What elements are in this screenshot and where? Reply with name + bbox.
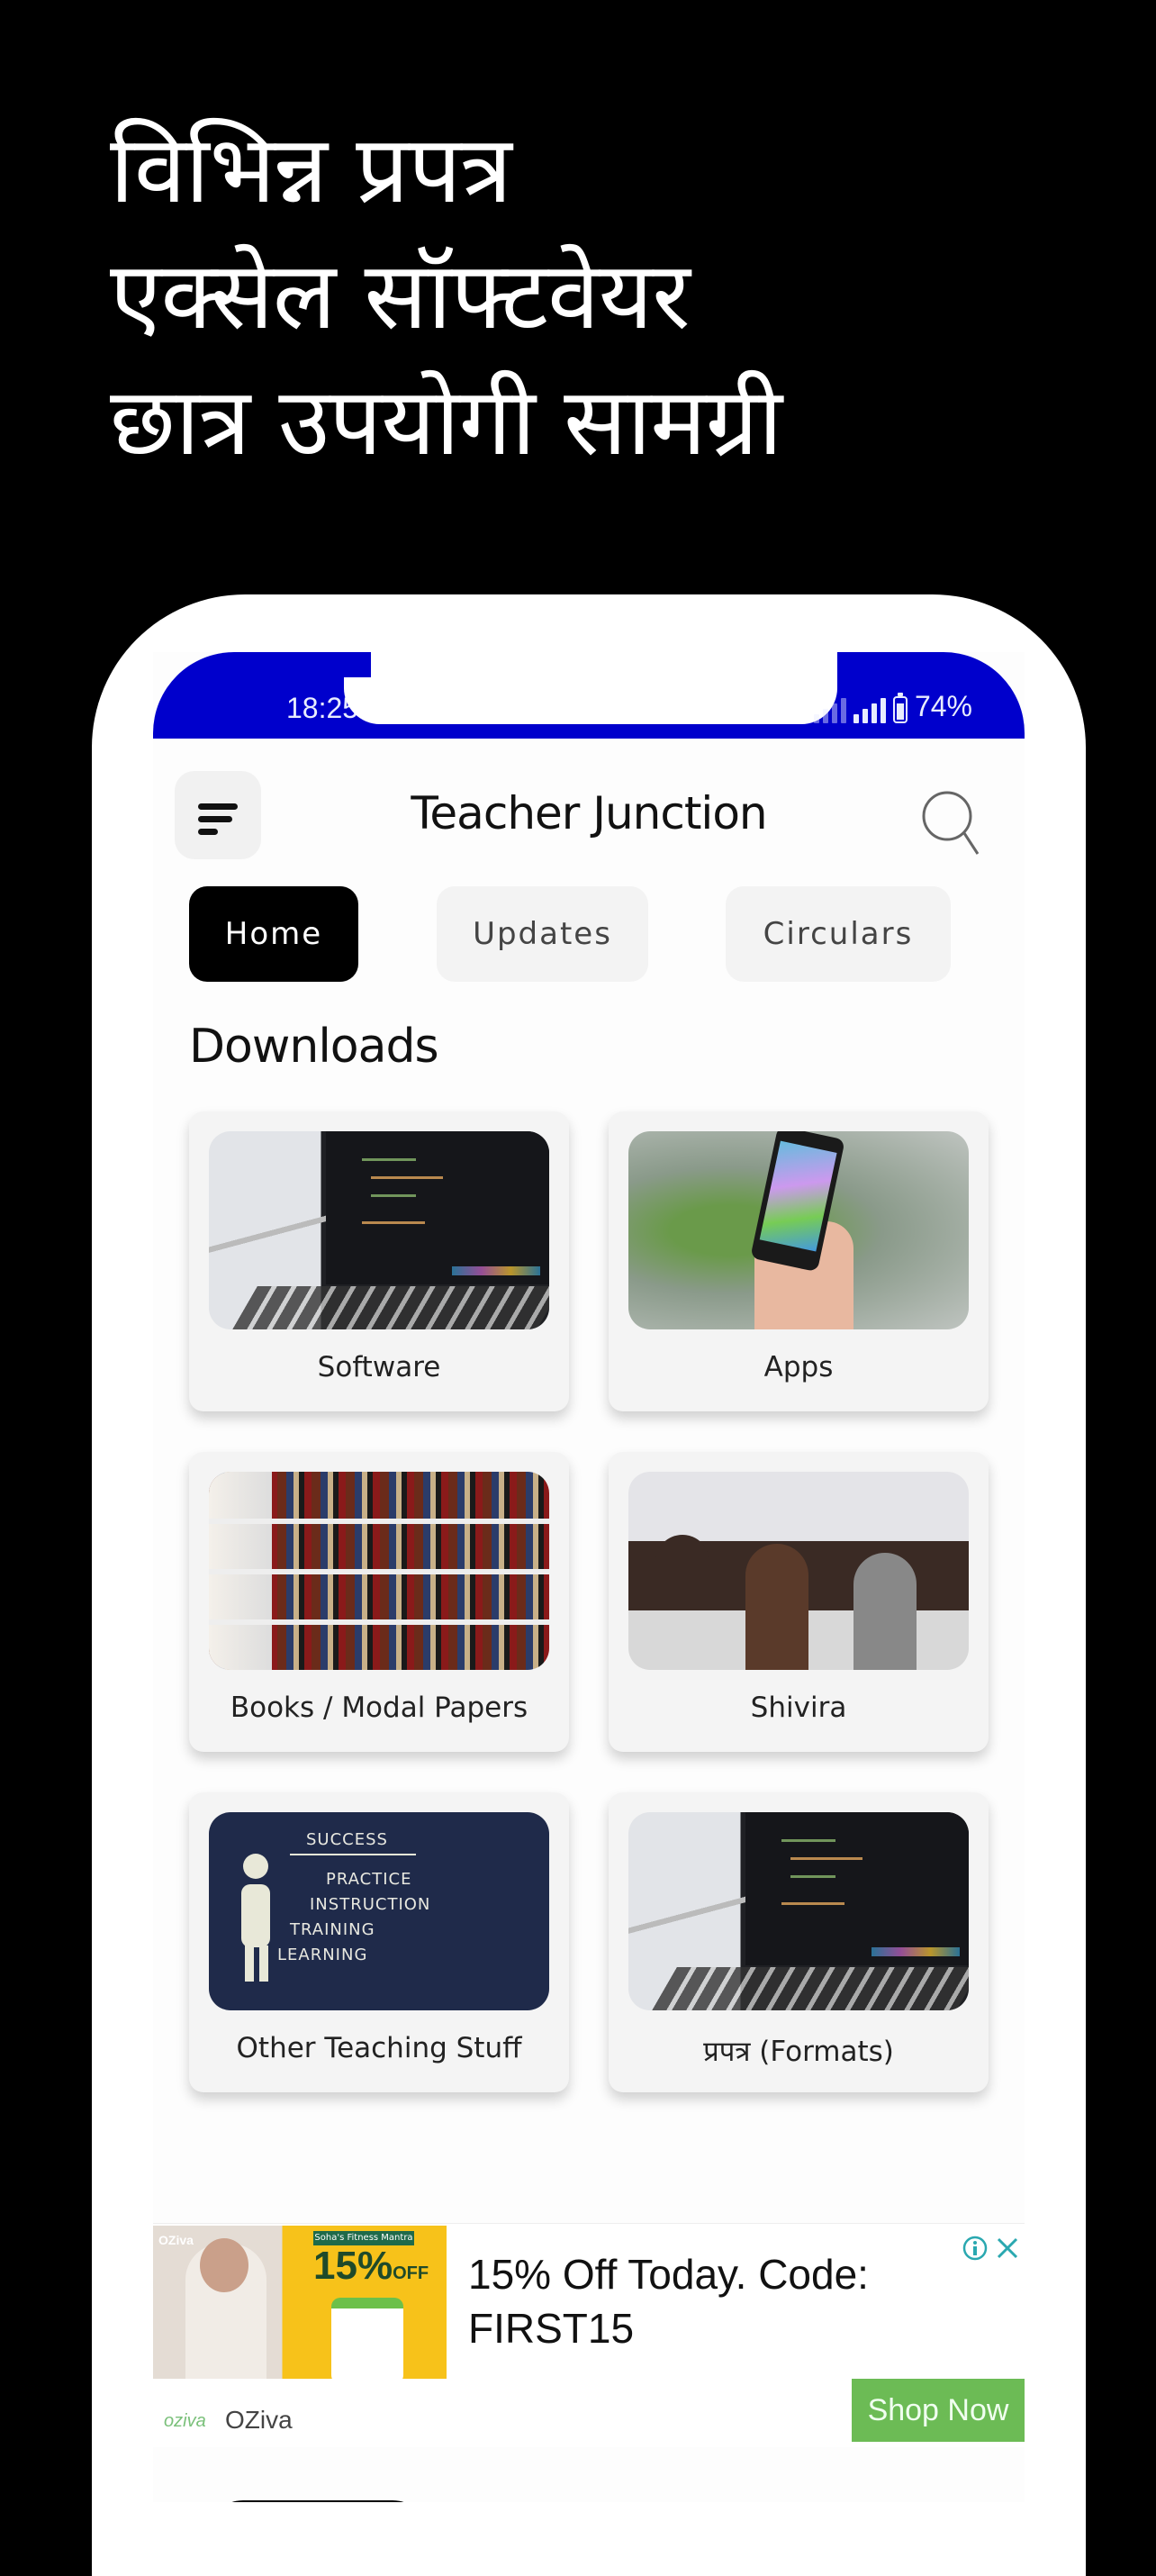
status-indicators: 74% xyxy=(813,690,972,723)
card-label: Shivira xyxy=(750,1692,847,1724)
card-formats[interactable]: प्रपत्र (Formats) xyxy=(609,1792,989,2092)
chalkboard-image: SUCCESS PRACTICE INSTRUCTION TRAINING LE… xyxy=(209,1812,549,2010)
card-other-teaching-stuff[interactable]: SUCCESS PRACTICE INSTRUCTION TRAINING LE… xyxy=(189,1792,569,2092)
shop-now-button[interactable]: Shop Now xyxy=(852,2379,1025,2442)
tab-bar: Home Updates Circulars xyxy=(189,886,999,984)
card-label: प्रपत्र (Formats) xyxy=(703,2036,894,2068)
battery-icon xyxy=(892,693,908,723)
laptop-code-image xyxy=(209,1131,549,1329)
app-header: Teacher Junction xyxy=(153,760,1025,859)
card-apps[interactable]: Apps xyxy=(609,1111,989,1411)
promo-line-2: एक्सेल सॉफ्टवेयर xyxy=(110,240,691,350)
status-bar: 18:25 74% xyxy=(153,652,1025,739)
app-title: Teacher Junction xyxy=(411,787,767,839)
chalk-word: TRAINING xyxy=(290,1920,375,1939)
advertiser-name: OZiva xyxy=(225,2406,293,2434)
card-shivira[interactable]: Shivira xyxy=(609,1452,989,1752)
bottom-nav xyxy=(153,2475,1025,2502)
smartphone-image xyxy=(628,1131,969,1329)
tab-updates[interactable]: Updates xyxy=(437,886,648,982)
promo-line-3: छात्र उपयोगी सामग्री xyxy=(110,367,782,476)
signal-icon-sim2 xyxy=(853,698,886,723)
card-books[interactable]: Books / Modal Papers xyxy=(189,1452,569,1752)
library-image xyxy=(209,1472,549,1670)
laptop-code-image xyxy=(628,1812,969,2010)
search-icon[interactable] xyxy=(918,785,981,857)
advertiser-logo: oziva xyxy=(164,2411,206,2431)
ad-image: OZiva Soha's Fitness Mantra 15%OFF xyxy=(153,2226,447,2384)
close-icon[interactable] xyxy=(994,2235,1021,2262)
info-icon[interactable] xyxy=(962,2235,989,2262)
app-screen: 18:25 74% Teacher Junction Home Updates xyxy=(153,652,1025,2502)
card-label: Books / Modal Papers xyxy=(230,1692,528,1724)
classroom-image xyxy=(628,1472,969,1670)
tab-circulars[interactable]: Circulars xyxy=(726,886,951,982)
chalk-word: LEARNING xyxy=(277,1946,368,1964)
chalk-word: PRACTICE xyxy=(326,1870,412,1889)
ad-banner[interactable]: OZiva Soha's Fitness Mantra 15%OFF 15% O… xyxy=(153,2223,1025,2447)
ad-headline[interactable]: 15% Off Today. Code: FIRST15 xyxy=(468,2247,936,2355)
signal-icon-sim1 xyxy=(813,698,846,723)
tab-home[interactable]: Home xyxy=(189,886,358,982)
promo-line-1: विभिन्न प्रपत्र xyxy=(110,114,512,224)
card-label: Software xyxy=(317,1351,441,1383)
camera-notch xyxy=(344,652,837,724)
chalk-word: INSTRUCTION xyxy=(310,1895,431,1914)
battery-percent: 74% xyxy=(914,690,972,722)
promo-heading: विभिन्न प्रपत्र एक्सेल सॉफ्टवेयर छात्र उ… xyxy=(110,106,782,485)
section-title: Downloads xyxy=(189,1020,439,1074)
chalk-word: SUCCESS xyxy=(306,1830,388,1849)
card-software[interactable]: Software xyxy=(189,1111,569,1411)
card-label: Apps xyxy=(763,1351,834,1383)
card-label: Other Teaching Stuff xyxy=(236,2032,522,2064)
